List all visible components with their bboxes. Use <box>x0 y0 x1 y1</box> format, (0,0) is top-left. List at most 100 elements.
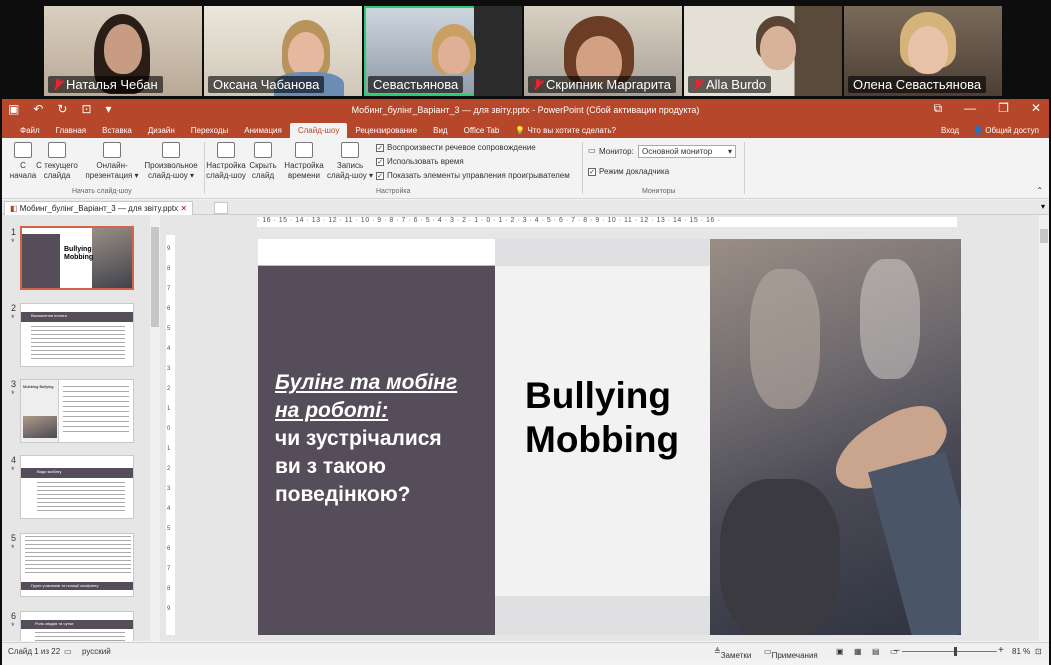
new-tab-button[interactable] <box>214 202 228 214</box>
tab-view[interactable]: Вид <box>425 126 455 138</box>
online-present-button[interactable]: Онлайн-презентация ▾ <box>82 142 142 181</box>
setup-show-button[interactable]: Настройка слайд-шоу <box>204 142 248 181</box>
presenter-view-checkbox[interactable]: ✓ Режим докладчика <box>588 167 669 176</box>
custom-show-icon <box>162 142 180 158</box>
thumbnail-slide-4[interactable]: Види мобінгу <box>20 455 134 519</box>
collapse-ribbon-icon[interactable]: ⌃ <box>1036 186 1043 195</box>
transition-star-icon: * <box>11 621 15 631</box>
zoom-slider[interactable] <box>902 651 997 652</box>
tab-transitions[interactable]: Переходы <box>183 126 237 138</box>
zoom-level[interactable]: 81 % <box>1012 647 1030 656</box>
spellcheck-icon[interactable]: ▭ <box>64 647 72 656</box>
tab-file[interactable]: Файл <box>12 126 48 138</box>
tab-office-tab[interactable]: Office Tab <box>456 126 508 138</box>
mic-off-icon <box>53 78 63 91</box>
close-tab-icon[interactable]: ✕ <box>180 204 187 213</box>
tab-list-icon[interactable]: ▾ <box>1041 202 1045 211</box>
participant-strip: Наталья Чебан Оксана Чабанова Севастьяно… <box>44 6 1006 96</box>
minimize-button[interactable]: — <box>964 101 976 116</box>
vertical-ruler: 987 654 321 012 345 678 9 <box>166 235 175 635</box>
status-bar: Слайд 1 из 22 ▭ русский ≜ Заметки ▭ Прим… <box>2 642 1049 660</box>
participant-name: Наталья Чебан <box>48 76 163 93</box>
current-slide[interactable]: Булінг та мобінг на роботі: чи зустрічал… <box>258 239 961 635</box>
document-tabbar: ◧ Мобинг_булінг_Варіант_3 — для звіту.pp… <box>2 200 1049 215</box>
monitor-icon: ▭ <box>588 146 596 155</box>
mic-off-icon <box>693 78 703 91</box>
media-controls-checkbox[interactable]: ✓ Показать элементы управления проигрыват… <box>376 171 570 180</box>
chevron-down-icon: ▾ <box>727 147 732 156</box>
normal-view-icon[interactable]: ▣ <box>836 647 844 656</box>
transition-star-icon: * <box>11 313 15 323</box>
horizontal-ruler: · 16 · 15 · 14 · 13 · 12 · 11 · 10 · 9 ·… <box>257 217 957 227</box>
login-link[interactable]: Вход <box>941 126 959 135</box>
custom-show-button[interactable]: Произвольное слайд-шоу ▾ <box>140 142 202 181</box>
participant-tile[interactable]: Оксана Чабанова <box>204 6 362 96</box>
monitor-select[interactable]: Основной монитор ▾ <box>638 145 736 158</box>
zoom-slider-thumb[interactable] <box>954 647 957 656</box>
window-title: Мобинг_булінг_Варіант_3 — для звіту.pptx… <box>351 105 700 115</box>
slide-title: Булінг та мобінг на роботі: чи зустрічал… <box>275 371 458 506</box>
thumbnail-slide-5[interactable]: Групи учасників та позиції конфлікту <box>20 533 134 597</box>
ribbon-tabs: Файл Главная Вставка Дизайн Переходы Ани… <box>2 121 1049 138</box>
slide-sorter-icon[interactable]: ▦ <box>854 647 862 656</box>
participant-name: Севастьянова <box>368 76 464 93</box>
restore-button[interactable]: ❐ <box>998 101 1009 116</box>
powerpoint-window: ▣ ↶ ↻ ⊡ ▾ Мобинг_булінг_Варіант_3 — для … <box>2 99 1049 665</box>
close-button[interactable]: ✕ <box>1031 101 1041 116</box>
tab-insert[interactable]: Вставка <box>94 126 140 138</box>
screen: Наталья Чебан Оксана Чабанова Севастьяно… <box>0 0 1051 665</box>
notes-button[interactable]: ≜ Заметки <box>714 647 751 660</box>
record-show-button[interactable]: Запись слайд-шоу ▾ <box>326 142 374 181</box>
participant-tile[interactable]: Скрипник Маргарита <box>524 6 682 96</box>
narration-checkbox[interactable]: ✓ Воспроизвести речевое сопровождение <box>376 143 536 152</box>
slide-counter: Слайд 1 из 22 <box>8 647 61 656</box>
transition-star-icon: * <box>11 389 15 399</box>
thumbnail-slide-3[interactable]: Mobbing Bullying <box>20 379 134 443</box>
play-icon <box>14 142 32 158</box>
participant-tile[interactable]: Alla Burdo <box>684 6 842 96</box>
group-label-start: Начать слайд-шоу <box>72 188 132 195</box>
tab-animations[interactable]: Анимация <box>236 126 290 138</box>
thumbnail-scrollbar[interactable] <box>150 215 160 641</box>
language-indicator[interactable]: русский <box>82 647 111 656</box>
hide-slide-button[interactable]: Скрыть слайд <box>246 142 280 181</box>
use-timings-checkbox[interactable]: ✓ Использовать время <box>376 157 464 166</box>
slide-editor: · 16 · 15 · 14 · 13 · 12 · 11 · 10 · 9 ·… <box>162 215 1049 641</box>
group-label-setup: Настройка <box>376 188 411 195</box>
transition-star-icon: * <box>11 543 15 553</box>
participant-name: Оксана Чабанова <box>208 76 325 93</box>
editor-scrollbar[interactable] <box>1039 215 1049 641</box>
transition-star-icon: * <box>11 237 15 247</box>
participant-tile[interactable]: Олена Севастьянова <box>844 6 1002 96</box>
participant-name: Alla Burdo <box>688 76 771 93</box>
thumbnail-slide-2[interactable]: Визначення понятя <box>20 303 134 367</box>
zoom-in-button[interactable]: + <box>998 645 1004 656</box>
ribbon: Сначала С текущего слайда Онлайн-презента… <box>2 138 1049 199</box>
transition-star-icon: * <box>11 465 15 475</box>
reading-view-icon[interactable]: ▤ <box>872 647 880 656</box>
participant-tile-active[interactable]: Севастьянова <box>364 6 522 96</box>
rehearse-timings-button[interactable]: Настройка времени <box>282 142 326 181</box>
fit-to-window-icon[interactable]: ⊡ <box>1035 647 1042 656</box>
from-current-button[interactable]: С текущего слайда <box>34 142 80 181</box>
zoom-out-button[interactable]: – <box>894 645 900 656</box>
thumbnail-slide-6[interactable]: Роль свідків та чутки <box>20 611 134 641</box>
online-present-icon <box>103 142 121 158</box>
tab-review[interactable]: Рецензирование <box>347 126 425 138</box>
ribbon-display-icon[interactable]: ⧉ <box>934 101 943 116</box>
timer-icon <box>295 142 313 158</box>
record-icon <box>341 142 359 158</box>
share-button[interactable]: 👤 Общий доступ <box>973 126 1039 135</box>
pptx-icon: ◧ <box>10 204 18 213</box>
tab-home[interactable]: Главная <box>48 126 94 138</box>
tell-me-search[interactable]: 💡 Что вы хотите сделать? <box>507 126 624 138</box>
thumbnail-slide-1[interactable]: Bullying Mobbing <box>20 226 134 290</box>
participant-tile[interactable]: Наталья Чебан <box>44 6 202 96</box>
document-tab[interactable]: ◧ Мобинг_булінг_Варіант_3 — для звіту.pp… <box>4 201 194 215</box>
group-label-monitors: Мониторы <box>642 188 676 195</box>
tab-design[interactable]: Дизайн <box>140 126 183 138</box>
comments-button[interactable]: ▭ Примечания <box>764 647 818 660</box>
slide-heading: Bullying Mobbing <box>525 375 680 460</box>
tab-slideshow[interactable]: Слайд-шоу <box>289 123 348 138</box>
participant-name: Скрипник Маргарита <box>528 76 676 93</box>
